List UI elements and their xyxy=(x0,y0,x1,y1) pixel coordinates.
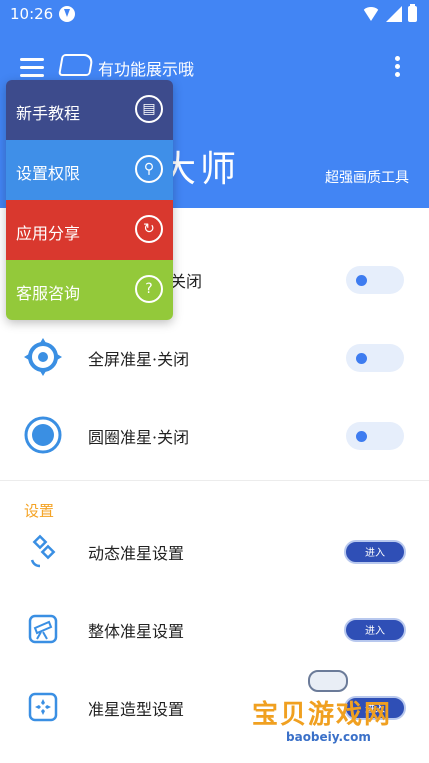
menu-item-label: 客服咨询 xyxy=(16,284,81,303)
menu-item-label: 设置权限 xyxy=(16,164,81,183)
question-icon: ? xyxy=(135,275,163,303)
setting-label: 整体准星设置 xyxy=(88,622,185,641)
divider xyxy=(0,480,429,481)
header-title: 有功能展示哦 xyxy=(98,60,195,79)
key-icon: ⚲ xyxy=(135,155,163,183)
menu-item-permissions[interactable]: 设置权限 ⚲ xyxy=(6,140,173,200)
toggle-switch[interactable] xyxy=(346,266,404,294)
menu-item-label: 新手教程 xyxy=(16,104,81,123)
menu-item-share[interactable]: 应用分享 ↻ xyxy=(6,200,173,260)
status-time: 10:26 xyxy=(10,5,54,23)
gamepad-icon xyxy=(308,670,348,692)
signal-icon xyxy=(386,6,402,22)
wifi-icon xyxy=(362,7,380,21)
more-options-icon[interactable] xyxy=(395,54,401,78)
battery-icon xyxy=(408,4,417,22)
setting-label: 动态准星设置 xyxy=(88,544,185,563)
menu-item-support[interactable]: 客服咨询 ? xyxy=(6,260,173,320)
satellite-icon xyxy=(30,534,56,568)
app-subtitle: 超强画质工具 xyxy=(325,170,409,186)
section-title: 设置 xyxy=(24,502,55,520)
circle-dot-icon xyxy=(24,416,62,454)
toggle-switch[interactable] xyxy=(346,344,404,372)
toggle-label: 关闭 xyxy=(170,272,203,291)
watermark-text: 宝贝游戏网 xyxy=(252,700,393,730)
settings-row-1[interactable]: 动态准星设置 进入 xyxy=(0,520,429,580)
status-bar: 10:26 xyxy=(0,0,429,30)
setting-label: 准星造型设置 xyxy=(88,700,185,719)
share-icon: ↻ xyxy=(135,215,163,243)
gamepad-icon xyxy=(28,692,58,722)
menu-item-label: 应用分享 xyxy=(16,224,81,243)
download-icon xyxy=(59,6,75,22)
toggle-label: 全屏准星·关闭 xyxy=(88,350,190,369)
toggle-row-3[interactable]: 圆圈准星·关闭 xyxy=(0,404,429,464)
enter-button[interactable]: 进入 xyxy=(344,540,406,564)
hand-point-icon xyxy=(58,54,94,76)
status-icons xyxy=(362,4,417,22)
toggle-row-2[interactable]: 全屏准星·关闭 xyxy=(0,326,429,386)
menu-icon[interactable] xyxy=(20,58,44,78)
telescope-icon xyxy=(28,614,58,644)
watermark-logo: 宝贝游戏网 baobeiy.com xyxy=(252,668,424,758)
crosshair-target-icon xyxy=(24,338,62,376)
toggle-label: 圆圈准星·关闭 xyxy=(88,428,190,447)
book-icon: ▤ xyxy=(135,95,163,123)
menu-item-tutorial[interactable]: 新手教程 ▤ xyxy=(6,80,173,140)
dropdown-menu: 新手教程 ▤ 设置权限 ⚲ 应用分享 ↻ 客服咨询 ? xyxy=(6,80,173,320)
toggle-switch[interactable] xyxy=(346,422,404,450)
watermark-url: baobeiy.com xyxy=(286,730,371,744)
settings-row-2[interactable]: 整体准星设置 进入 xyxy=(0,598,429,658)
enter-button[interactable]: 进入 xyxy=(344,618,406,642)
